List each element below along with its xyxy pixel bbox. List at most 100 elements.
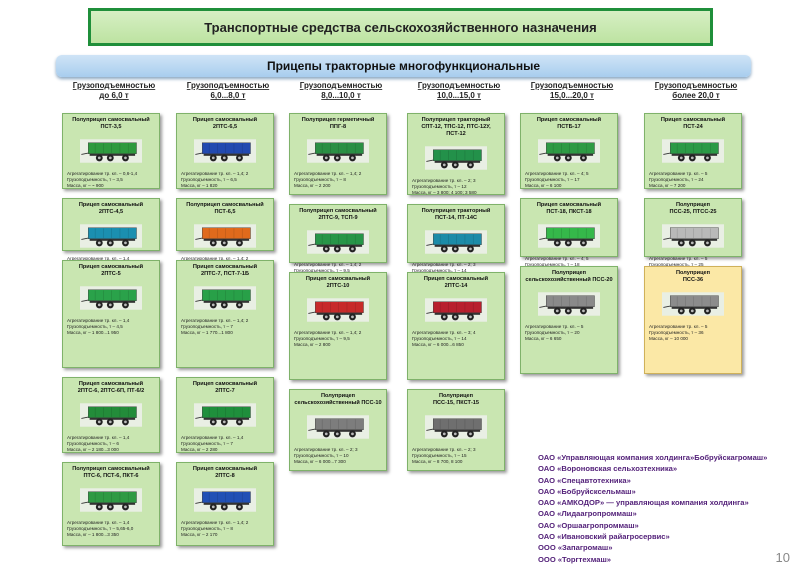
spec-mass: Масса, кг – 8 700, 8 100	[412, 459, 463, 464]
column-header-range: 15,0...20,0 т	[550, 91, 594, 100]
trailer-specs: Агрегатирование тр. кл. – 1,4Грузоподъем…	[181, 435, 269, 453]
trailer-specs: Агрегатирование тр. кл. – 2; 3 Грузоподъе…	[412, 178, 500, 196]
trailer-specs: Агрегатирование тр. кл. – 4; 5 Грузоподъе…	[525, 171, 613, 189]
trailer-image	[194, 224, 256, 248]
trailer-title: Прицеп самосвальный 2ПТС-14	[412, 276, 500, 290]
trailer-image	[425, 415, 487, 439]
trailer-image	[307, 415, 369, 439]
trailer-image	[425, 146, 487, 170]
trailer-title-line: СПТ-12, ТПС-12, ПТС-12У, ПСТ-12	[421, 124, 491, 137]
spec-mass: Масса, кг – 1 800...3 350	[67, 532, 119, 537]
trailer-title-line: Прицеп самосвальный	[192, 381, 258, 387]
trailer-title: Прицеп самосвальный 2ПТС-7, ПСТ-7-1Б	[181, 264, 269, 278]
column-header-label: Грузоподъемностью	[299, 81, 383, 90]
trailer-title-line: Полуприцеп самосвальный	[72, 466, 150, 472]
trailer-image	[662, 139, 724, 163]
trailer-title: Полуприцеп тракторный ПСТ-14, ПТ-14С	[412, 208, 500, 222]
trailer-title-line: Прицеп самосвальный	[660, 117, 726, 123]
trailer-title: Прицеп самосвальный ПСТБ-17	[525, 117, 613, 131]
trailer-title-line: 2ПТС-10	[326, 283, 350, 289]
trailer-specs: Агрегатирование тр. кл. – 1,4Грузоподъем…	[67, 318, 155, 336]
spec-mass: Масса, кг – 6 000...6 850	[412, 342, 464, 347]
trailer-image	[662, 292, 724, 316]
trailer-title-line: Полуприцеп тракторный	[421, 208, 491, 214]
trailer-specs: Агрегатирование тр. кл. – 1,4; 2Грузопод…	[294, 171, 382, 189]
capacity-column: Грузоподъемностью до 6,0 т Полуприцеп само…	[58, 81, 170, 555]
trailer-title: Прицеп самосвальный ПСТ-24	[649, 117, 737, 131]
trailer-title-line: ПСС-25, ПТСС-25	[669, 209, 717, 215]
column-header-label: Грузоподъемностью	[417, 81, 501, 90]
trailer-title-line: ПСС-36	[682, 277, 704, 283]
spec-mass: Масса, кг – 6 100	[525, 183, 562, 188]
trailer-card: Полуприцеп ПСС-36 Агрегатирование тр. кл. …	[644, 266, 742, 374]
trailer-image	[80, 286, 142, 310]
company-name: ОАО «Вороновская сельхозтехника»	[538, 464, 678, 474]
column-header: Грузоподъемностью более 20,0 т	[640, 81, 752, 107]
column-header: Грузоподъемностью 6,0...8,0 т	[172, 81, 284, 107]
trailer-title-line: Прицеп самосвальный	[305, 276, 371, 282]
trailer-specs: Агрегатирование тр. кл. – 2; 3 Грузоподъе…	[412, 447, 500, 465]
spec-mass: Масса, кг – 3 800; 4 100; 3 580	[412, 190, 477, 195]
trailer-title: Полуприцеп самосвальный 2ПТС-9, ТСП-9	[294, 208, 382, 222]
capacity-column: Грузоподъемностью 10,0...15,0 т Полуприцеп…	[403, 81, 515, 480]
trailer-card: Прицеп самосвальный 2ПТС-10 Агрегатировани…	[289, 272, 387, 380]
spec-mass: Масса, кг – ~ 900	[67, 183, 104, 188]
trailer-title-line: ПТС-6, ПСТ-6, ПКТ-6	[83, 473, 139, 479]
column-header-range: до 6,0 т	[99, 91, 129, 100]
trailer-image	[538, 224, 600, 248]
trailer-title-line: ПСС-15, ПКСТ-15	[432, 400, 480, 406]
trailer-image	[80, 139, 142, 163]
trailer-image	[194, 286, 256, 310]
trailer-title-line: 2ПТС-4,5	[98, 209, 124, 215]
trailer-specs: Агрегатирование тр. кл. – 5 Грузоподъемно…	[649, 324, 737, 342]
trailer-title-line: Полуприцеп	[320, 393, 356, 399]
trailer-card: Прицеп самосвальный 2ПТС-7 Агрегатирование…	[176, 377, 274, 453]
trailer-image	[425, 298, 487, 322]
trailer-title-line: 2ПТС-7, ПСТ-7-1Б	[201, 271, 249, 277]
column-header: Грузоподъемностью 10,0...15,0 т	[403, 81, 515, 107]
trailer-title: Прицеп самосвальный 2ПТС-8	[181, 466, 269, 480]
trailer-card: Полуприцеп герметичный ППГ-8 Агрегатирован…	[289, 113, 387, 195]
column-header-label: Грузоподъемностью	[654, 81, 738, 90]
column-header-label: Грузоподъемностью	[186, 81, 270, 90]
trailer-title-line: ПСТБ-17	[557, 124, 581, 130]
trailer-title-line: Прицеп самосвальный	[536, 117, 602, 123]
trailer-specs: Агрегатирование тр. кл. – 3; 4 Грузоподъе…	[412, 330, 500, 348]
column-header: Грузоподъемностью до 6,0 т	[58, 81, 170, 107]
trailer-title: Прицеп самосвальный 2ПТС-5	[67, 264, 155, 278]
trailer-title-line: Прицеп самосвальный	[192, 466, 258, 472]
trailer-title: Прицеп самосвальный 2ПТС-7	[181, 381, 269, 395]
trailer-title: Прицеп самосвальный 2ПТС-6,5	[181, 117, 269, 131]
trailer-title-line: ПСТ-3,5	[100, 124, 122, 130]
capacity-column: Грузоподъемностью 15,0...20,0 т Прицеп сам…	[516, 81, 628, 383]
company-name: ОАО «Управляющая компания холдинга»Бобру…	[538, 453, 768, 462]
trailer-title: Полуприцеп ПСС-36	[649, 270, 737, 284]
trailer-specs: Агрегатирование тр. кл. – 5 Грузоподъемно…	[525, 324, 613, 342]
trailer-title: Полуприцеп сельскохозяйственный ПСС-10	[294, 393, 382, 407]
trailer-title: Прицеп самосвальный 2ПТС-4,5	[67, 202, 155, 216]
company-name: ООО «Запагромаш»	[538, 543, 613, 553]
trailer-card: Прицеп самосвальный 2ПТС-7, ПСТ-7-1Б Агрег…	[176, 260, 274, 368]
trailer-card: Прицеп самосвальный 2ПТС-5 Агрегатирование…	[62, 260, 160, 368]
trailer-title-line: 2ПТС-5	[101, 271, 121, 277]
spec-mass: Масса, кг – 6 000...7 300	[294, 459, 346, 464]
trailer-title-line: Полуприцеп самосвальный	[72, 117, 150, 123]
trailer-image	[662, 224, 724, 248]
spec-mass: Масса, кг – 2 180...3 000	[67, 447, 119, 452]
section-title: Прицепы тракторные многофункциональные	[266, 59, 541, 73]
company-name: ОАО «Лидаагропроммаш»	[538, 509, 637, 519]
trailer-title: Полуприцеп ПСС-15, ПКСТ-15	[412, 393, 500, 407]
trailer-specs: Агрегатирование тр. кл. – 0,6-1,4 Грузопо…	[67, 171, 155, 189]
spec-mass: Масса, кг – 2 200	[294, 183, 331, 188]
trailer-image	[194, 403, 256, 427]
trailer-image	[307, 139, 369, 163]
spec-mass: Масса, кг – 1 800...1 950	[67, 330, 119, 335]
trailer-title: Прицеп самосвальный 2ПТС-6, 2ПТС-6П, ПТ-6…	[67, 381, 155, 395]
trailer-title-line: Полуприцеп	[675, 270, 711, 276]
trailer-image	[307, 298, 369, 322]
trailer-title: Полуприцеп ПСС-25, ПТСС-25	[649, 202, 737, 216]
trailer-specs: Агрегатирование тр. кл. – 5 Грузоподъемно…	[649, 171, 737, 189]
column-header: Грузоподъемностью 8,0...10,0 т	[285, 81, 397, 107]
trailer-image	[194, 139, 256, 163]
capacity-column: Грузоподъемностью 8,0...10,0 т Полуприцеп …	[285, 81, 397, 480]
